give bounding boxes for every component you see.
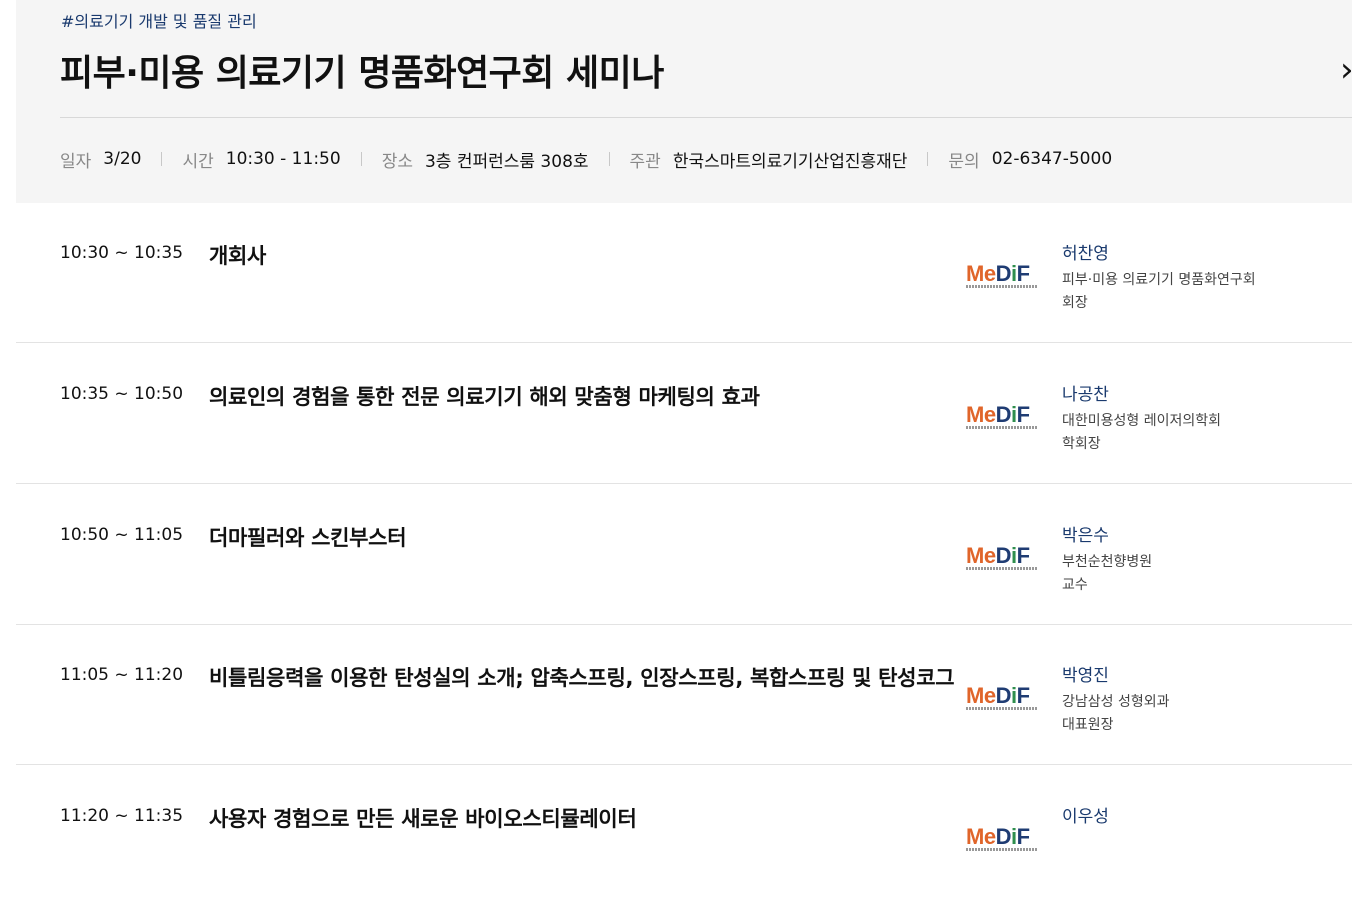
- page-title: 피부·미용 의료기기 명품화연구회 세미나: [60, 53, 664, 94]
- divider: [60, 117, 1352, 118]
- speaker-role: 회장: [1062, 295, 1088, 311]
- time-value: 10:30 - 11:50: [225, 149, 341, 169]
- session-time: 10:30 ~ 10:35: [60, 243, 184, 263]
- date-label: 일자: [60, 151, 92, 172]
- info-separator: [360, 152, 362, 166]
- speaker-name: 박영진: [1062, 666, 1109, 686]
- session-row: 10:30 ~ 10:35 개회사 MeDiF 허찬영 피부·미용 의료기기 명…: [16, 203, 1352, 343]
- place-label: 장소: [381, 151, 413, 172]
- session-row: 11:05 ~ 11:20 비틀림응력을 이용한 탄성실의 소개; 압축스프링,…: [16, 625, 1352, 765]
- session-title: 사용자 경험으로 만든 새로운 바이오스티뮬레이터: [209, 807, 637, 831]
- medif-logo: MeDiF: [966, 824, 1040, 854]
- seminar-info-bar: 일자 3/20 시간 10:30 - 11:50 장소 3층 컨퍼런스룸 308…: [60, 146, 1112, 172]
- medif-logo: MeDiF: [966, 543, 1040, 573]
- speaker-name: 허찬영: [1062, 244, 1109, 264]
- seminar-header: #의료기기 개발 및 품질 관리 피부·미용 의료기기 명품화연구회 세미나 ›…: [16, 0, 1352, 203]
- session-title: 개회사: [209, 244, 267, 268]
- contact-label: 문의: [948, 151, 980, 172]
- session-row: 11:20 ~ 11:35 사용자 경험으로 만든 새로운 바이오스티뮬레이터 …: [16, 766, 1352, 906]
- session-time: 10:35 ~ 10:50: [60, 384, 184, 404]
- info-separator: [608, 152, 610, 166]
- session-row: 10:50 ~ 11:05 더마필러와 스킨부스터 MeDiF 박은수 부천순천…: [16, 485, 1352, 625]
- host-value: 한국스마트의료기기산업진흥재단: [672, 151, 908, 172]
- medif-logo: MeDiF: [966, 683, 1040, 713]
- session-time: 11:20 ~ 11:35: [60, 806, 184, 826]
- contact-value: 02-6347-5000: [991, 149, 1113, 169]
- speaker-org: 부천순천향병원: [1062, 554, 1153, 570]
- session-title: 비틀림응력을 이용한 탄성실의 소개; 압축스프링, 인장스프링, 복합스프링 …: [209, 666, 955, 690]
- medif-logo: MeDiF: [966, 402, 1040, 432]
- speaker-name: 이우성: [1062, 807, 1109, 827]
- session-time: 11:05 ~ 11:20: [60, 665, 184, 685]
- session-title: 더마필러와 스킨부스터: [209, 526, 407, 550]
- info-separator: [161, 152, 163, 166]
- date-value: 3/20: [103, 149, 142, 169]
- close-icon[interactable]: ›: [1340, 52, 1352, 88]
- time-label: 시간: [182, 151, 214, 172]
- speaker-org: 피부·미용 의료기기 명품화연구회: [1062, 272, 1256, 288]
- session-row: 10:35 ~ 10:50 의료인의 경험을 통한 전문 의료기기 해외 맞춤형…: [16, 344, 1352, 484]
- place-value: 3층 컨퍼런스룸 308호: [424, 151, 589, 172]
- info-separator: [927, 152, 929, 166]
- speaker-role: 대표원장: [1062, 717, 1114, 733]
- host-label: 주관: [629, 151, 661, 172]
- speaker-name: 박은수: [1062, 526, 1109, 546]
- category-tag[interactable]: #의료기기 개발 및 품질 관리: [61, 8, 257, 32]
- session-time: 10:50 ~ 11:05: [60, 525, 184, 545]
- session-title: 의료인의 경험을 통한 전문 의료기기 해외 맞춤형 마케팅의 효과: [209, 385, 760, 409]
- speaker-name: 나공찬: [1062, 385, 1109, 405]
- medif-logo: MeDiF: [966, 261, 1040, 291]
- speaker-role: 교수: [1062, 577, 1088, 593]
- speaker-org: 대한미용성형 레이저의학회: [1062, 413, 1222, 429]
- speaker-role: 학회장: [1062, 436, 1101, 452]
- speaker-org: 강남삼성 성형외과: [1062, 694, 1170, 710]
